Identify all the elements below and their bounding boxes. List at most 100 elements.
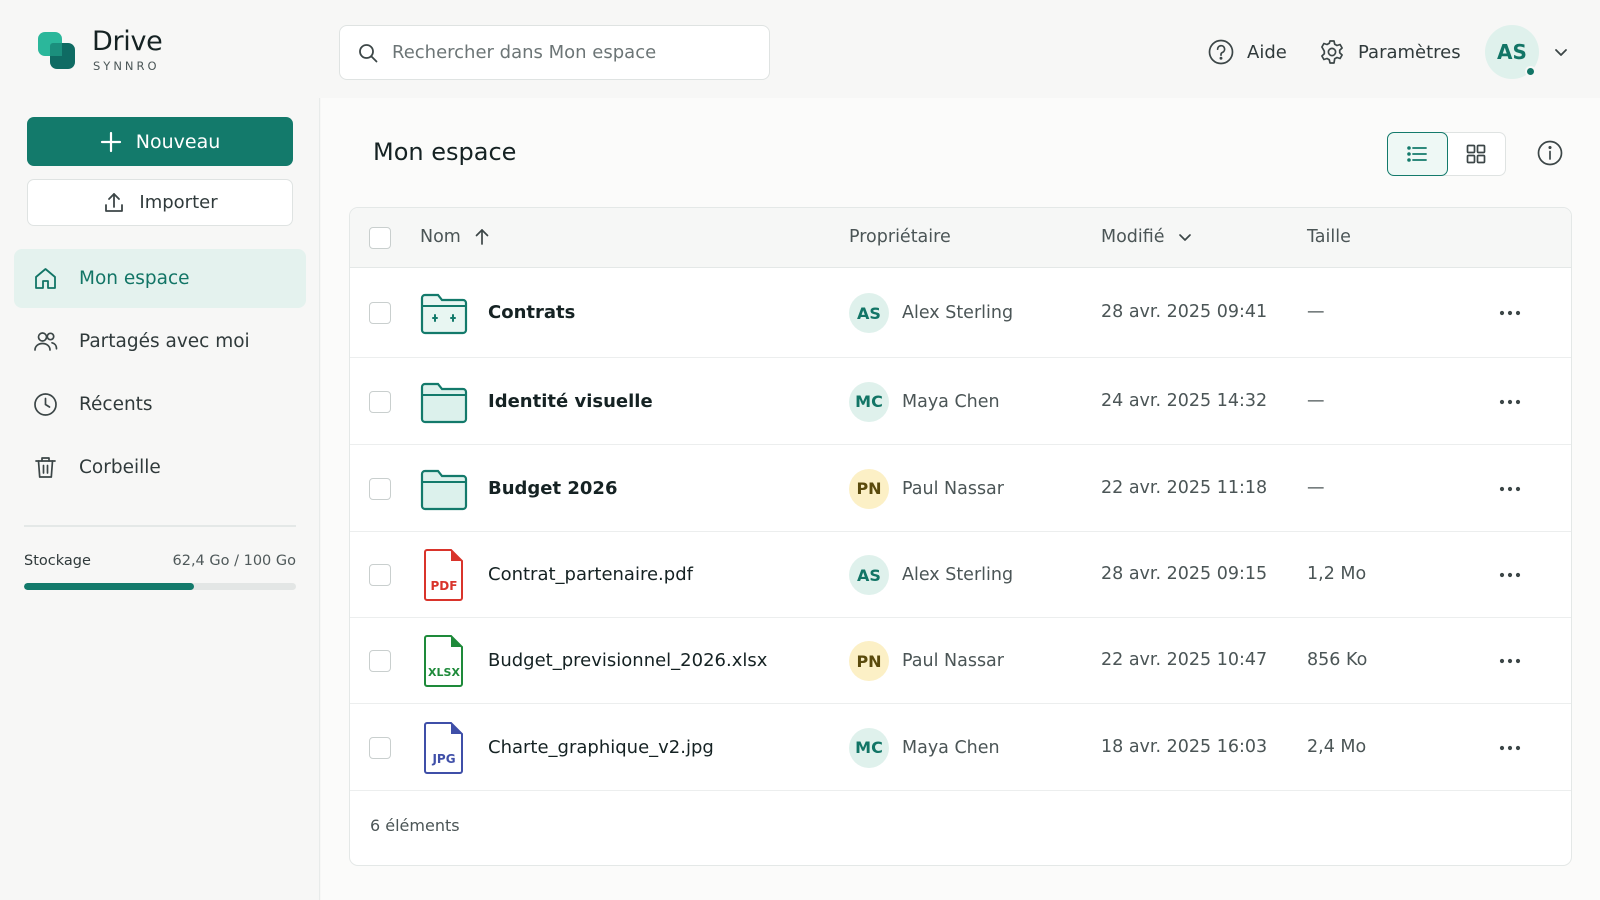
sidebar-item-corbeille[interactable]: Corbeille [14, 438, 306, 497]
file-name[interactable]: Charte_graphique_v2.jpg [488, 737, 714, 758]
table-row[interactable]: Identité visuelle MC Maya Chen 24 avr. 2025… [350, 358, 1571, 445]
owner-avatar: PN [849, 641, 889, 681]
file-owner: MC Maya Chen [849, 727, 1000, 768]
clock-icon [34, 393, 57, 416]
more-options-icon[interactable] [1496, 475, 1524, 503]
table-row[interactable]: XLSX Budget_previsionnel_2026.xlsx PN Paul … [350, 618, 1571, 704]
sidebar-item-label: Partagés avec moi [79, 331, 250, 352]
row-checkbox[interactable] [369, 302, 391, 324]
storage-panel: Stockage 62,4 Go / 100 Go [24, 553, 296, 590]
table-row[interactable]: JPG Charte_graphique_v2.jpg MC Maya Chen 18 … [350, 704, 1571, 791]
import-button[interactable]: Importer [27, 179, 293, 226]
table-row[interactable]: PDF Contrat_partenaire.pdf AS Alex Sterling… [350, 532, 1571, 618]
owner-name: Paul Nassar [902, 478, 1004, 499]
help-button[interactable]: Aide [1207, 38, 1287, 66]
sidebar-item-label: Mon espace [79, 268, 190, 289]
search-input[interactable] [392, 42, 752, 63]
column-header-name[interactable]: Nom [420, 227, 491, 247]
file-table: Nom Propriétaire Modifié Taille Contrats… [349, 207, 1572, 866]
info-icon[interactable] [1536, 139, 1564, 167]
row-checkbox[interactable] [369, 650, 391, 672]
row-checkbox[interactable] [369, 477, 391, 500]
file-name[interactable]: Identité visuelle [488, 391, 653, 412]
column-label: Modifié [1101, 227, 1165, 247]
column-label: Propriétaire [849, 227, 951, 247]
folder-icon [420, 380, 468, 428]
file-name[interactable]: Contrat_partenaire.pdf [488, 564, 693, 585]
file-owner: MC Maya Chen [849, 381, 1000, 422]
plus-icon [100, 131, 121, 152]
file-size: — [1307, 477, 1325, 498]
online-status-dot [1525, 66, 1536, 77]
column-label: Nom [420, 227, 461, 247]
user-avatar[interactable]: AS [1485, 25, 1539, 79]
owner-name: Alex Sterling [902, 565, 1014, 585]
svg-text:JPG: JPG [431, 752, 455, 766]
owner-name: Maya Chen [902, 737, 1000, 758]
folder-icon [420, 467, 468, 515]
table-row[interactable]: Budget 2026 PN Paul Nassar 22 avr. 2025 11:… [350, 445, 1571, 532]
row-checkbox[interactable] [369, 564, 391, 586]
storage-value: 62,4 Go / 100 Go [172, 553, 297, 569]
folder-icon [420, 291, 468, 339]
search-icon [359, 43, 378, 62]
owner-name: Maya Chen [902, 391, 1000, 412]
column-label: Taille [1307, 227, 1351, 247]
pdf-file-icon: PDF [420, 548, 468, 606]
more-options-icon[interactable] [1496, 388, 1524, 416]
new-button-label: Nouveau [135, 130, 221, 153]
new-button[interactable]: Nouveau [27, 117, 293, 166]
file-name[interactable]: Contrats [488, 302, 575, 323]
sidebar-item-mon-espace[interactable]: Mon espace [14, 249, 306, 308]
row-checkbox[interactable] [369, 736, 391, 759]
item-count: 6 éléments [370, 816, 460, 835]
sidebar-item-partages[interactable]: Partagés avec moi [14, 312, 306, 371]
view-toggle [1386, 131, 1506, 176]
file-size: 856 Ko [1307, 650, 1368, 670]
import-button-label: Importer [139, 192, 218, 213]
file-modified: 28 avr. 2025 09:41 [1101, 302, 1268, 322]
file-owner: AS Alex Sterling [849, 555, 1013, 595]
file-modified: 22 avr. 2025 10:47 [1101, 650, 1268, 670]
svg-text:PDF: PDF [431, 579, 458, 593]
app-logo[interactable]: Drive SYNNRO [38, 28, 163, 73]
list-icon [1407, 145, 1427, 162]
file-owner: PN Paul Nassar [849, 641, 1004, 681]
file-size: — [1307, 302, 1325, 322]
settings-label: Paramètres [1358, 41, 1461, 63]
more-options-icon[interactable] [1496, 647, 1524, 675]
upload-icon [105, 192, 124, 212]
chevron-down-icon[interactable] [1552, 43, 1570, 61]
storage-progress-bar [24, 583, 296, 590]
grid-icon [1466, 144, 1485, 164]
file-name[interactable]: Budget_previsionnel_2026.xlsx [488, 650, 767, 671]
row-checkbox[interactable] [369, 390, 391, 413]
column-header-size[interactable]: Taille [1307, 227, 1351, 247]
svg-text:XLSX: XLSX [428, 666, 460, 679]
select-all-checkbox[interactable] [369, 227, 391, 249]
grid-view-button[interactable] [1446, 133, 1505, 175]
file-modified: 18 avr. 2025 16:03 [1101, 736, 1268, 757]
file-name[interactable]: Budget 2026 [488, 478, 617, 499]
chevron-down-icon [1178, 234, 1191, 241]
jpg-file-icon: JPG [420, 721, 468, 779]
search-box[interactable] [339, 25, 770, 80]
column-header-modified[interactable]: Modifié [1101, 227, 1193, 247]
user-initials: AS [1497, 40, 1527, 64]
list-view-button[interactable] [1386, 131, 1448, 176]
settings-button[interactable]: Paramètres [1318, 38, 1461, 66]
table-row[interactable]: Contrats AS Alex Sterling 28 avr. 2025 09:4… [350, 268, 1571, 358]
file-owner: PN Paul Nassar [849, 468, 1004, 509]
column-header-owner[interactable]: Propriétaire [849, 227, 951, 247]
more-options-icon[interactable] [1496, 299, 1524, 327]
sidebar-nav: Mon espace Partagés avec moi Récents Cor… [14, 249, 306, 501]
more-options-icon[interactable] [1496, 734, 1524, 762]
page-title: Mon espace [373, 138, 517, 166]
drive-logo-icon [38, 30, 78, 72]
top-bar: Drive SYNNRO Aide Paramètres AS [0, 0, 1600, 98]
user-menu[interactable]: AS [1485, 25, 1570, 79]
sidebar-item-recents[interactable]: Récents [14, 375, 306, 434]
more-options-icon[interactable] [1496, 561, 1524, 589]
help-icon [1208, 39, 1234, 65]
owner-avatar: MC [849, 727, 889, 768]
